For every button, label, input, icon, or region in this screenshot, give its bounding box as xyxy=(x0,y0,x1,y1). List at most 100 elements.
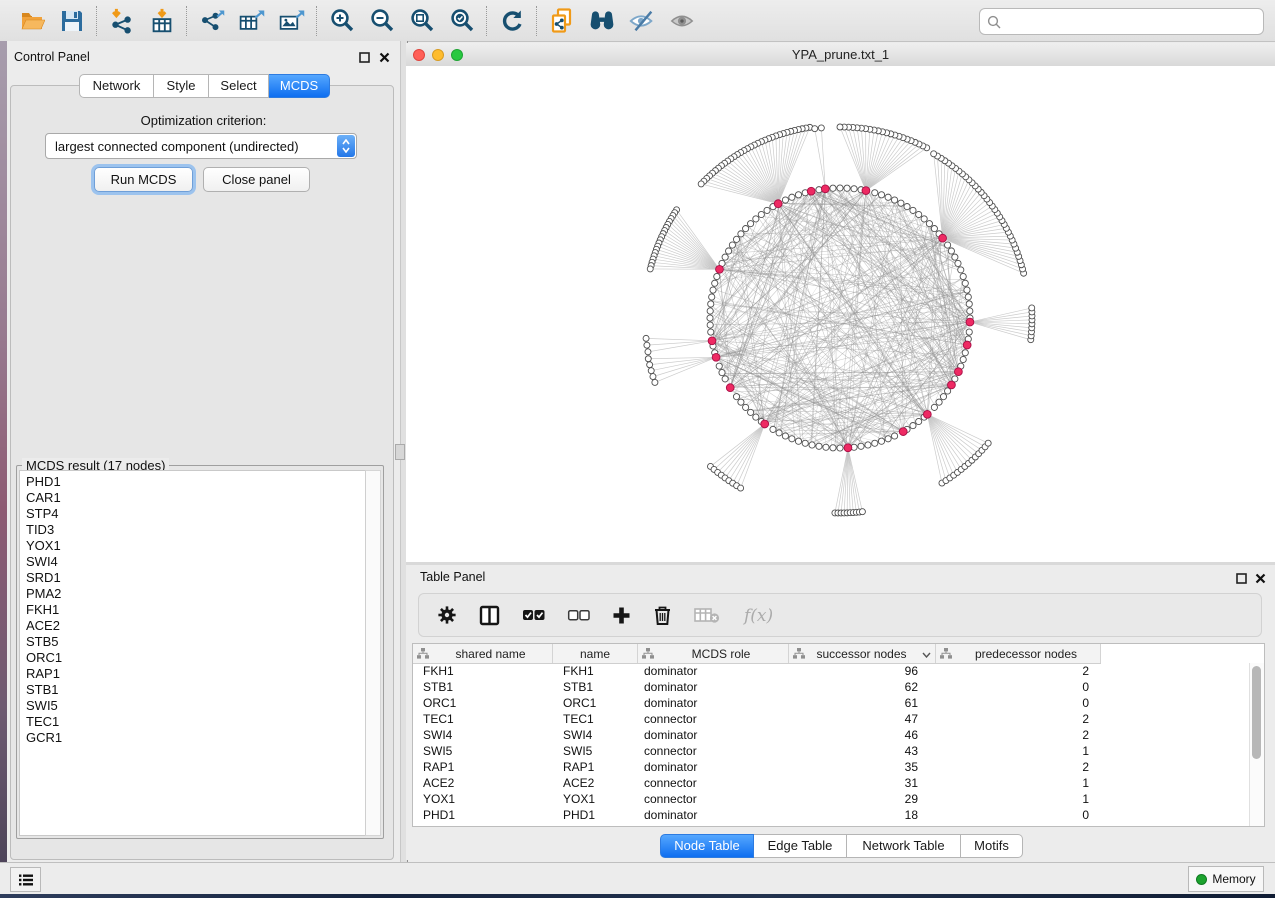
cell-predecessor-nodes[interactable]: 0 xyxy=(936,808,1101,822)
cell-MCDS-role[interactable]: dominator xyxy=(638,808,789,822)
open-file-icon[interactable] xyxy=(18,7,46,35)
mcds-result-item[interactable]: PMA2 xyxy=(26,586,366,602)
tab-node-table[interactable]: Node Table xyxy=(660,834,754,858)
mcds-result-item[interactable]: STP4 xyxy=(26,506,366,522)
table-row[interactable]: STB1STB1dominator620 xyxy=(413,679,1250,695)
node-table[interactable]: shared namenameMCDS rolesuccessor nodesp… xyxy=(412,643,1265,827)
cell-shared-name[interactable]: ORC1 xyxy=(413,696,553,710)
cell-name[interactable]: TEC1 xyxy=(553,712,638,726)
search-input[interactable] xyxy=(1005,11,1263,33)
network-canvas[interactable] xyxy=(406,66,1275,562)
cell-MCDS-role[interactable]: connector xyxy=(638,792,789,806)
network-search-box[interactable] xyxy=(979,8,1264,35)
import-network-from-file-icon[interactable] xyxy=(108,7,136,35)
mcds-result-item[interactable]: ORC1 xyxy=(26,650,366,666)
table-scrollbar-thumb[interactable] xyxy=(1252,666,1261,759)
table-row[interactable]: TEC1TEC1connector472 xyxy=(413,711,1250,727)
mcds-result-item[interactable]: STB1 xyxy=(26,682,366,698)
float-table-panel-icon[interactable] xyxy=(1236,571,1249,584)
tab-style[interactable]: Style xyxy=(154,74,209,98)
export-image-icon[interactable] xyxy=(278,7,306,35)
cell-name[interactable]: STB1 xyxy=(553,680,638,694)
close-panel-icon[interactable] xyxy=(379,50,392,63)
cell-successor-nodes[interactable]: 35 xyxy=(789,760,936,774)
clone-network-icon[interactable] xyxy=(548,7,576,35)
table-row[interactable]: RAP1RAP1dominator352 xyxy=(413,759,1250,775)
cell-shared-name[interactable]: STB1 xyxy=(413,680,553,694)
cell-name[interactable]: PHD1 xyxy=(553,808,638,822)
column-header-predecessor-nodes[interactable]: predecessor nodes xyxy=(936,644,1101,663)
satellite-nodes[interactable] xyxy=(643,124,1035,516)
cell-MCDS-role[interactable]: dominator xyxy=(638,664,789,678)
cell-successor-nodes[interactable]: 43 xyxy=(789,744,936,758)
table-row[interactable]: ORC1ORC1dominator610 xyxy=(413,695,1250,711)
cell-name[interactable]: FKH1 xyxy=(553,664,638,678)
mcds-result-item[interactable]: RAP1 xyxy=(26,666,366,682)
network-window-titlebar[interactable]: YPA_prune.txt_1 xyxy=(406,43,1275,67)
cell-successor-nodes[interactable]: 31 xyxy=(789,776,936,790)
tab-select[interactable]: Select xyxy=(209,74,269,98)
tab-motifs[interactable]: Motifs xyxy=(961,834,1023,858)
mcds-result-item[interactable]: FKH1 xyxy=(26,602,366,618)
cell-successor-nodes[interactable]: 61 xyxy=(789,696,936,710)
task-history-button[interactable] xyxy=(10,867,41,892)
table-row[interactable]: SWI4SWI4dominator462 xyxy=(413,727,1250,743)
cell-MCDS-role[interactable]: connector xyxy=(638,776,789,790)
first-neighbors-icon[interactable] xyxy=(588,7,616,35)
float-panel-icon[interactable] xyxy=(359,50,372,63)
mcds-result-item[interactable]: PHD1 xyxy=(26,474,366,490)
mcds-result-item[interactable]: STB5 xyxy=(26,634,366,650)
mcds-result-scrollbar[interactable] xyxy=(365,470,381,836)
mcds-result-item[interactable]: SRD1 xyxy=(26,570,366,586)
cell-predecessor-nodes[interactable]: 1 xyxy=(936,776,1101,790)
cell-name[interactable]: ACE2 xyxy=(553,776,638,790)
table-row[interactable]: SWI5SWI5connector431 xyxy=(413,743,1250,759)
mcds-result-item[interactable]: ACE2 xyxy=(26,618,366,634)
cell-MCDS-role[interactable]: dominator xyxy=(638,696,789,710)
cell-successor-nodes[interactable]: 47 xyxy=(789,712,936,726)
delete-columns-icon[interactable] xyxy=(653,605,672,626)
refresh-network-view-icon[interactable] xyxy=(498,7,526,35)
mcds-result-item[interactable]: GCR1 xyxy=(26,730,366,746)
close-table-panel-icon[interactable] xyxy=(1255,571,1268,584)
cell-MCDS-role[interactable]: dominator xyxy=(638,680,789,694)
zoom-fit-content-icon[interactable] xyxy=(408,7,436,35)
export-network-icon[interactable] xyxy=(198,7,226,35)
cell-predecessor-nodes[interactable]: 1 xyxy=(936,792,1101,806)
cell-MCDS-role[interactable]: dominator xyxy=(638,728,789,742)
mcds-result-item[interactable]: YOX1 xyxy=(26,538,366,554)
cell-name[interactable]: YOX1 xyxy=(553,792,638,806)
mcds-result-list[interactable]: PHD1CAR1STP4TID3YOX1SWI4SRD1PMA2FKH1ACE2… xyxy=(19,470,367,836)
memory-button[interactable]: Memory xyxy=(1188,866,1264,892)
mcds-result-item[interactable]: SWI4 xyxy=(26,554,366,570)
tab-mcds[interactable]: MCDS xyxy=(269,74,330,98)
cell-predecessor-nodes[interactable]: 2 xyxy=(936,728,1101,742)
zoom-out-icon[interactable] xyxy=(368,7,396,35)
run-mcds-button[interactable]: Run MCDS xyxy=(94,167,193,192)
add-column-icon[interactable] xyxy=(612,606,631,625)
cell-name[interactable]: SWI4 xyxy=(553,728,638,742)
cell-shared-name[interactable]: SWI5 xyxy=(413,744,553,758)
cell-successor-nodes[interactable]: 46 xyxy=(789,728,936,742)
import-table-from-file-icon[interactable] xyxy=(148,7,176,35)
cell-MCDS-role[interactable]: connector xyxy=(638,744,789,758)
cell-shared-name[interactable]: YOX1 xyxy=(413,792,553,806)
cell-shared-name[interactable]: TEC1 xyxy=(413,712,553,726)
show-all-icon[interactable] xyxy=(668,7,696,35)
save-session-icon[interactable] xyxy=(58,7,86,35)
table-row[interactable]: PHD1PHD1dominator180 xyxy=(413,807,1250,823)
cell-shared-name[interactable]: RAP1 xyxy=(413,760,553,774)
table-scrollbar[interactable] xyxy=(1249,663,1264,826)
ring-nodes[interactable] xyxy=(707,185,973,451)
export-table-icon[interactable] xyxy=(238,7,266,35)
tab-network-table[interactable]: Network Table xyxy=(847,834,961,858)
table-row[interactable]: FKH1FKH1dominator962 xyxy=(413,663,1250,679)
zoom-in-icon[interactable] xyxy=(328,7,356,35)
cell-predecessor-nodes[interactable]: 0 xyxy=(936,696,1101,710)
table-settings-gear-icon[interactable] xyxy=(437,605,457,625)
cell-shared-name[interactable]: SWI4 xyxy=(413,728,553,742)
mcds-result-item[interactable]: SWI5 xyxy=(26,698,366,714)
cell-shared-name[interactable]: ACE2 xyxy=(413,776,553,790)
cell-name[interactable]: RAP1 xyxy=(553,760,638,774)
cell-shared-name[interactable]: PHD1 xyxy=(413,808,553,822)
